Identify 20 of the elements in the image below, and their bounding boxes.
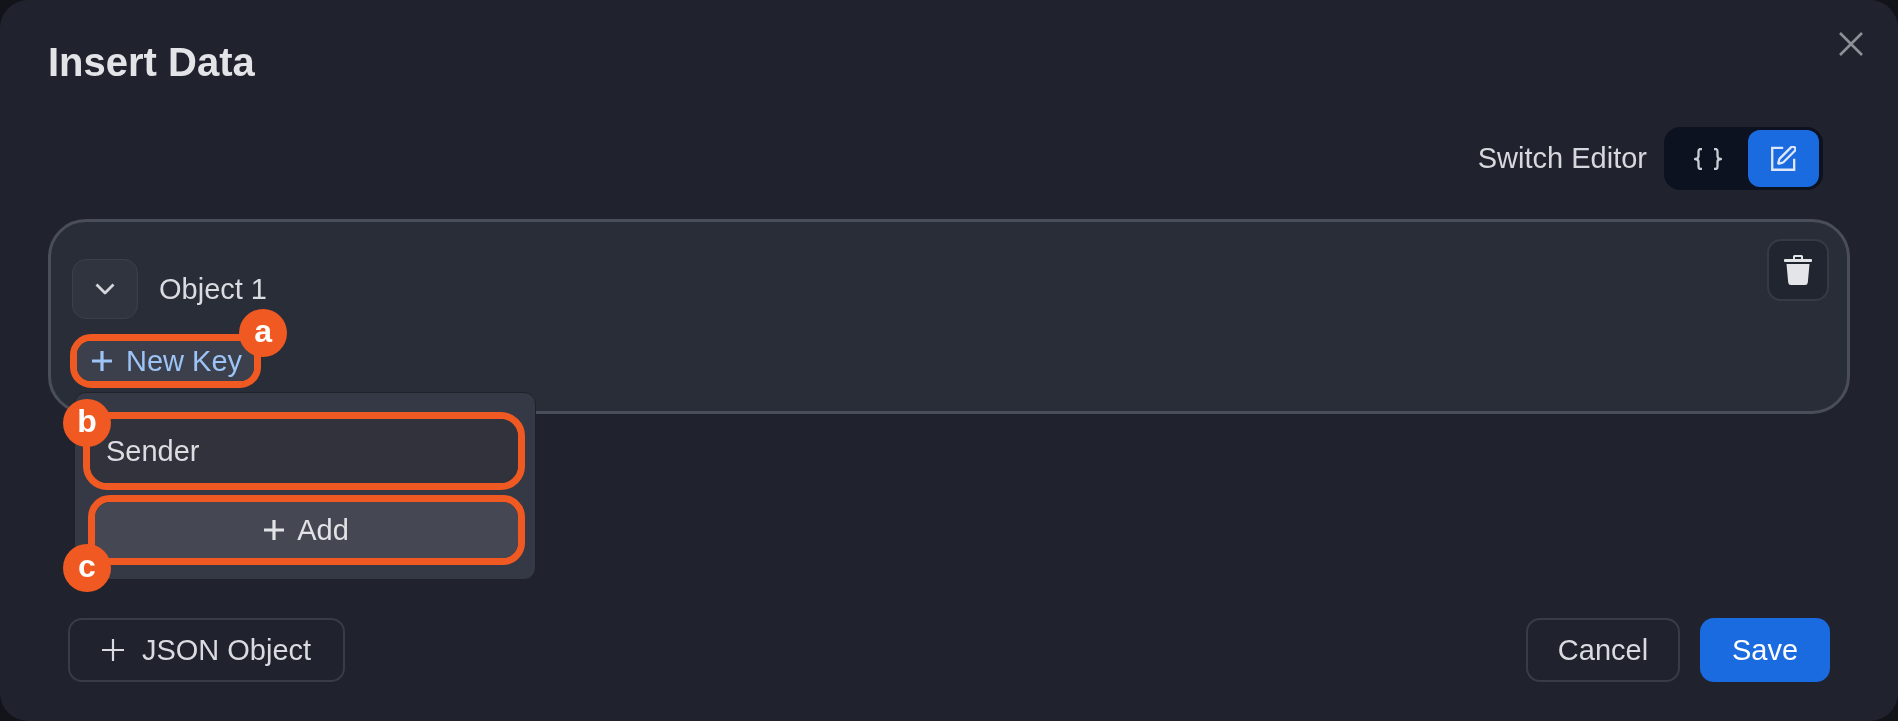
cancel-button[interactable]: Cancel [1526,618,1680,682]
save-button[interactable]: Save [1700,618,1830,682]
callout-badge: c [63,544,111,592]
plus-icon [101,639,124,661]
close-button[interactable] [1839,32,1863,56]
form-editor-tab[interactable] [1748,130,1819,187]
new-key-button[interactable]: New Key [77,341,255,381]
pencil-square-icon [1771,146,1796,171]
dialog-title: Insert Data [48,42,255,82]
plus-icon [264,520,285,540]
add-json-object-button[interactable]: JSON Object [68,618,345,682]
braces-icon [1693,147,1722,170]
collapse-toggle-button[interactable] [72,259,138,319]
switch-editor-label: Switch Editor [1477,144,1647,173]
object-title: Object 1 [159,274,267,304]
add-button[interactable]: Add [95,502,518,558]
plus-icon [92,351,112,371]
close-icon [1839,32,1863,56]
delete-button[interactable] [1767,239,1829,301]
trash-icon [1784,255,1812,285]
